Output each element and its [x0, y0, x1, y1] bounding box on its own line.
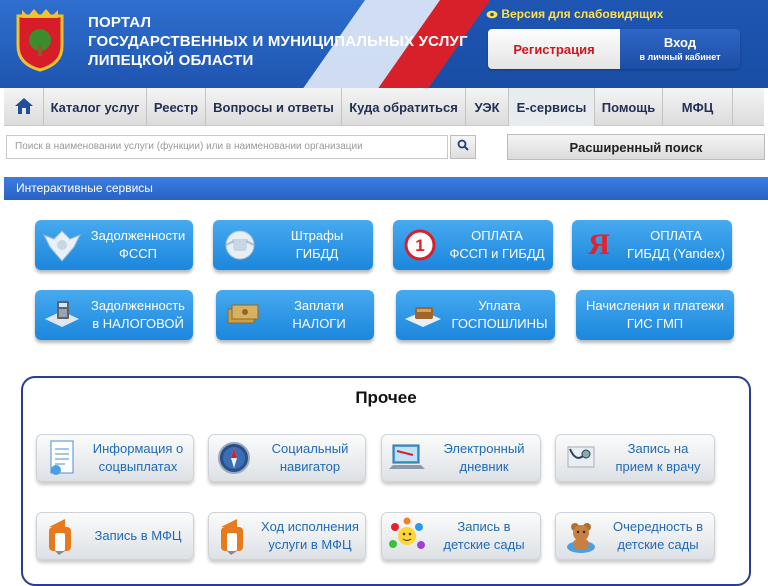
calculator-icon — [35, 290, 89, 340]
service-label-line1: Задолженность — [91, 298, 185, 313]
other-label-line1: Социальный — [271, 441, 349, 456]
login-sublabel: в личный кабинет — [639, 52, 721, 62]
gis-gmp-button[interactable]: Начисления и платежи ГИС ГМП — [576, 290, 734, 340]
payment-one-icon: 1 — [393, 220, 447, 270]
pay-gibdd-yandex-button[interactable]: Я ОПЛАТА ГИБДД (Yandex) — [572, 220, 732, 270]
other-label-line2: дневник — [459, 459, 509, 474]
service-label-line2: НАЛОГИ — [292, 316, 346, 331]
gibdd-emblem-icon — [213, 220, 267, 270]
service-label-line2: ГИС ГМП — [626, 316, 684, 331]
register-button[interactable]: Регистрация — [488, 29, 620, 69]
service-label-line1: ОПЛАТА — [471, 228, 523, 243]
nav-item-catalog[interactable]: Каталог услуг — [44, 88, 147, 126]
home-icon — [14, 96, 34, 119]
stethoscope-icon — [556, 435, 606, 481]
doctor-appointment-button[interactable]: Запись на прием к врачу — [555, 434, 715, 482]
compass-icon — [209, 435, 259, 481]
teddy-bear-icon — [556, 513, 606, 559]
search-input[interactable]: Поиск в наименовании услуги (функции) ил… — [6, 135, 448, 159]
service-label-line1: Штрафы — [290, 228, 344, 243]
gibdd-fines-button[interactable]: Штрафы ГИБДД — [213, 220, 373, 270]
svg-text:1: 1 — [415, 236, 424, 255]
document-icon — [37, 435, 87, 481]
kids-smile-icon — [382, 513, 432, 559]
other-label-line2: навигатор — [279, 459, 341, 474]
other-label-line1: Очередность в — [612, 519, 704, 534]
service-label-line1: ОПЛАТА — [650, 228, 702, 243]
mfc-logo-icon — [37, 513, 87, 559]
other-label-line1: Информация о — [92, 441, 184, 456]
other-label-line1: Ход исполнения — [261, 519, 359, 534]
title-line-2: ГОСУДАРСТВЕННЫХ И МУНИЦИПАЛЬНЫХ УСЛУГ — [88, 33, 468, 50]
nav-item-e-services[interactable]: Е-сервисы — [509, 88, 595, 126]
main-nav: Каталог услуг Реестр Вопросы и ответы Ку… — [4, 88, 764, 126]
fssp-debts-button[interactable]: Задолженности ФССП — [35, 220, 193, 270]
other-label-line1: Запись в МФЦ — [94, 528, 182, 543]
nav-item-faq[interactable]: Вопросы и ответы — [206, 88, 342, 126]
home-button[interactable] — [4, 88, 44, 126]
other-label-line2: услуги в МФЦ — [268, 537, 352, 552]
wallet-icon — [396, 290, 450, 340]
other-label-line2: прием к врачу — [615, 459, 701, 474]
site-header: ПОРТАЛ ГОСУДАРСТВЕННЫХ И МУНИЦИПАЛЬНЫХ У… — [0, 0, 768, 88]
other-label-line1: Запись в — [457, 519, 511, 534]
state-fee-button[interactable]: Уплата ГОСПОШЛИНЫ — [396, 290, 555, 340]
other-label-line2: соцвыплатах — [98, 459, 178, 474]
tax-debt-button[interactable]: Задолженность в НАЛОГОВОЙ — [35, 290, 193, 340]
lipetsk-emblem-icon[interactable] — [14, 6, 66, 72]
other-label-line2: детские сады — [443, 537, 525, 552]
service-label-line2: ФССП — [118, 246, 157, 261]
login-button[interactable]: Вход в личный кабинет — [620, 29, 740, 69]
nav-item-where-to-go[interactable]: Куда обратиться — [342, 88, 466, 126]
service-label-line2: ГОСПОШЛИНЫ — [451, 316, 548, 331]
title-line-1: ПОРТАЛ — [88, 14, 152, 31]
nav-item-registry[interactable]: Реестр — [147, 88, 206, 126]
advanced-search-button[interactable]: Расширенный поиск — [507, 134, 765, 160]
other-label-line1: Запись на — [627, 441, 689, 456]
nav-item-help[interactable]: Помощь — [595, 88, 663, 126]
service-label-line1: Задолженности — [90, 228, 186, 243]
search-icon — [457, 138, 469, 156]
money-icon — [216, 290, 270, 340]
fssp-emblem-icon — [35, 220, 89, 270]
accessibility-label: Версия для слабовидящих — [501, 7, 664, 21]
portal-title[interactable]: ПОРТАЛ ГОСУДАРСТВЕННЫХ И МУНИЦИПАЛЬНЫХ У… — [88, 13, 468, 70]
diary-icon — [382, 435, 432, 481]
eye-icon — [486, 7, 501, 21]
mfc-booking-button[interactable]: Запись в МФЦ — [36, 512, 194, 560]
service-label-line2: ГИБДД (Yandex) — [627, 246, 725, 261]
service-label-line1: Уплата — [478, 298, 521, 313]
pay-fssp-gibdd-button[interactable]: 1 ОПЛАТА ФССП и ГИБДД — [393, 220, 553, 270]
service-label-line1: Начисления и платежи — [585, 298, 725, 313]
mfc-service-status-button[interactable]: Ход исполнения услуги в МФЦ — [208, 512, 366, 560]
title-line-3: ЛИПЕЦКОЙ ОБЛАСТИ — [88, 52, 254, 69]
search-button[interactable] — [450, 135, 476, 159]
yandex-icon: Я — [588, 228, 610, 261]
login-label: Вход — [663, 35, 697, 50]
kindergarten-booking-button[interactable]: Запись в детские сады — [381, 512, 541, 560]
social-payments-info-button[interactable]: Информация о соцвыплатах — [36, 434, 194, 482]
section-title: Интерактивные сервисы — [4, 177, 768, 200]
nav-item-mfc[interactable]: МФЦ — [663, 88, 733, 126]
other-label-line2: детские сады — [617, 537, 699, 552]
mfc-logo-icon — [209, 513, 259, 559]
nav-item-uek[interactable]: УЭК — [466, 88, 509, 126]
service-label-line2: в НАЛОГОВОЙ — [92, 316, 184, 331]
accessibility-link[interactable]: Версия для слабовидящих — [486, 7, 663, 21]
service-label-line1: Заплати — [294, 298, 344, 313]
kindergarten-queue-button[interactable]: Очередность в детские сады — [555, 512, 715, 560]
electronic-diary-button[interactable]: Электронный дневник — [381, 434, 541, 482]
service-label-line2: ГИБДД — [295, 246, 339, 261]
other-services-title: Прочее — [355, 388, 417, 407]
other-label-line1: Электронный — [443, 441, 525, 456]
social-navigator-button[interactable]: Социальный навигатор — [208, 434, 366, 482]
service-label-line2: ФССП и ГИБДД — [449, 246, 545, 261]
auth-panel: Регистрация Вход в личный кабинет — [488, 29, 740, 69]
pay-taxes-button[interactable]: Заплати НАЛОГИ — [216, 290, 374, 340]
